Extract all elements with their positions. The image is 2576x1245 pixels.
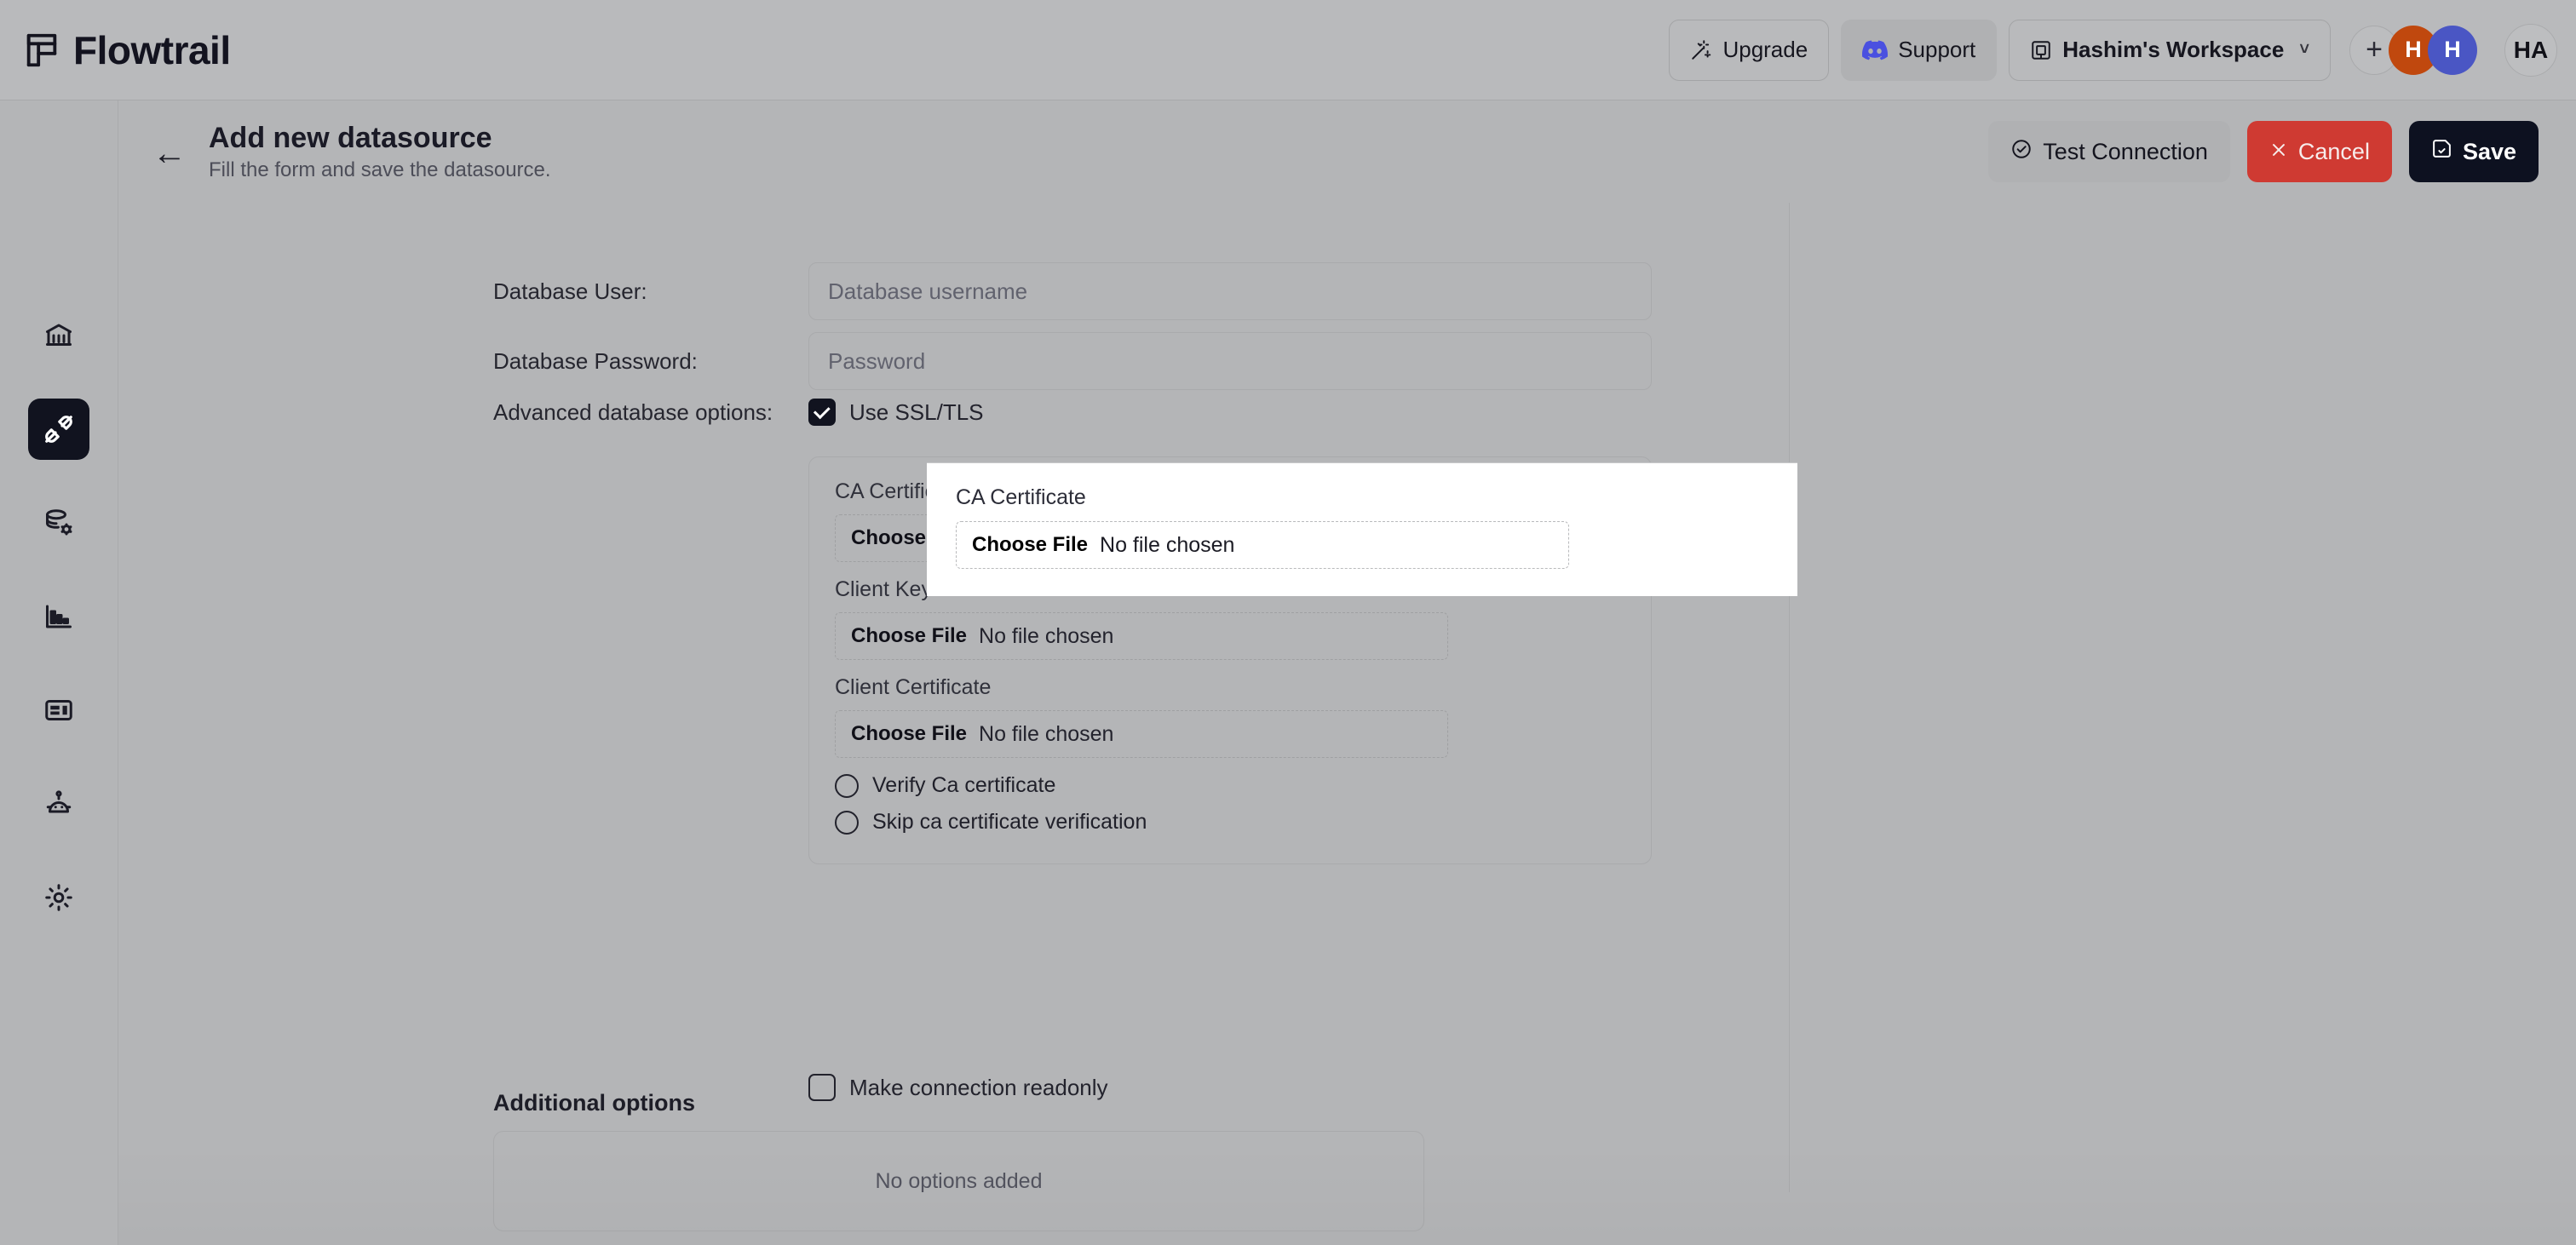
- additional-options-title: Additional options: [493, 1090, 695, 1116]
- sidebar-item-datasources[interactable]: [28, 492, 89, 554]
- skip-ca-label: Skip ca certificate verification: [872, 810, 1147, 834]
- additional-options-empty-box: No options added: [493, 1131, 1424, 1231]
- sparkle-wand-icon: [1690, 39, 1712, 61]
- brand-name: Flowtrail: [73, 27, 231, 72]
- sidebar: [0, 100, 118, 1245]
- support-button[interactable]: Support: [1841, 19, 1998, 81]
- page-title: Add new datasource: [209, 121, 492, 154]
- client-key-label: Client Key: [835, 577, 932, 601]
- ssl-options-panel: CA Certificate Choose File No file chose…: [808, 456, 1652, 864]
- datasource-form: Database User: Database username Databas…: [118, 203, 1790, 1231]
- db-user-input[interactable]: Database username: [808, 262, 1652, 320]
- cancel-button[interactable]: Cancel: [2246, 121, 2392, 182]
- plug-connect-icon: [43, 413, 75, 445]
- ca-certificate-group: CA Certificate Choose File No file chose…: [835, 479, 1625, 562]
- dashboard-card-icon: [43, 695, 74, 726]
- db-user-label: Database User:: [493, 278, 647, 304]
- page-header: ← Add new datasource Fill the form and s…: [118, 100, 2576, 203]
- ca-certificate-label: CA Certificate: [835, 479, 965, 503]
- use-ssl-label: Use SSL/TLS: [849, 399, 984, 425]
- grid-layout-icon: [22, 31, 61, 70]
- client-key-group: Client Key Choose File No file chosen: [835, 577, 1625, 660]
- cancel-label: Cancel: [2297, 138, 2370, 164]
- test-connection-button[interactable]: Test Connection: [1988, 121, 2230, 182]
- skip-ca-radio-row[interactable]: Skip ca certificate verification: [835, 810, 1625, 835]
- client-certificate-file-status: No file chosen: [979, 721, 1114, 746]
- discord-icon: [1862, 40, 1889, 60]
- database-gear-icon: [43, 508, 74, 538]
- skip-ca-radio[interactable]: [835, 810, 859, 835]
- sidebar-item-connections[interactable]: [28, 399, 89, 460]
- support-label: Support: [1898, 37, 1976, 62]
- top-bar-actions: Upgrade Support Hashim's Workspace ˅ + H…: [1669, 19, 2557, 81]
- close-x-icon: [2269, 139, 2288, 165]
- client-key-choose-button[interactable]: Choose File: [851, 624, 967, 648]
- app-root: Flowtrail Upgrade Support Hashim's Works…: [0, 0, 2576, 1245]
- client-certificate-label: Client Certificate: [835, 675, 992, 699]
- save-label: Save: [2462, 138, 2516, 164]
- test-connection-label: Test Connection: [2043, 138, 2208, 164]
- sidebar-item-analytics[interactable]: [28, 586, 89, 647]
- robot-icon: [43, 789, 74, 819]
- top-bar: Flowtrail Upgrade Support Hashim's Works…: [0, 0, 2576, 100]
- client-certificate-file-input[interactable]: Choose File No file chosen: [835, 710, 1448, 758]
- page-title-block: Add new datasource Fill the form and sav…: [209, 122, 551, 182]
- db-password-label: Database Password:: [493, 347, 698, 374]
- ca-certificate-file-input[interactable]: Choose File No file chosen: [835, 514, 1448, 562]
- client-certificate-choose-button[interactable]: Choose File: [851, 722, 967, 746]
- readonly-checkbox[interactable]: [808, 1074, 836, 1101]
- use-ssl-checkbox-row[interactable]: Use SSL/TLS: [808, 399, 984, 426]
- save-button[interactable]: Save: [2408, 121, 2539, 182]
- bank-home-icon: [43, 320, 74, 351]
- advanced-options-row: Advanced database options: Use SSL/TLS: [118, 399, 1789, 426]
- advanced-options-label: Advanced database options:: [493, 399, 773, 425]
- page-actions: Test Connection Cancel Save: [1988, 121, 2539, 182]
- db-user-row: Database User: Database username: [118, 262, 1789, 320]
- sidebar-item-home[interactable]: [28, 305, 89, 366]
- brand[interactable]: Flowtrail: [22, 27, 231, 73]
- check-circle-icon: [2010, 138, 2033, 166]
- db-password-row: Database Password: Password: [118, 332, 1789, 390]
- verify-ca-label: Verify Ca certificate: [872, 773, 1056, 797]
- workspace-label: Hashim's Workspace: [2062, 37, 2285, 62]
- save-disk-icon: [2431, 138, 2452, 165]
- verify-ca-radio-row[interactable]: Verify Ca certificate: [835, 773, 1625, 798]
- db-password-input[interactable]: Password: [808, 332, 1652, 390]
- sidebar-item-ai-agent[interactable]: [28, 773, 89, 835]
- gear-icon: [43, 882, 74, 913]
- verify-ca-radio[interactable]: [835, 773, 859, 798]
- readonly-label: Make connection readonly: [849, 1074, 1108, 1100]
- client-key-file-input[interactable]: Choose File No file chosen: [835, 612, 1448, 660]
- avatar-group: + H H: [2349, 25, 2477, 75]
- use-ssl-checkbox[interactable]: [808, 399, 836, 426]
- avatar[interactable]: H: [2428, 25, 2477, 75]
- additional-options-empty-text: No options added: [875, 1168, 1043, 1193]
- client-key-file-status: No file chosen: [979, 623, 1114, 648]
- sidebar-item-settings[interactable]: [28, 867, 89, 928]
- client-certificate-group: Client Certificate Choose File No file c…: [835, 675, 1625, 758]
- upgrade-label: Upgrade: [1722, 37, 1808, 62]
- chevron-down-icon: ˅: [2299, 40, 2309, 59]
- ca-certificate-choose-button[interactable]: Choose File: [851, 526, 967, 550]
- ca-certificate-file-status: No file chosen: [979, 525, 1114, 550]
- upgrade-button[interactable]: Upgrade: [1669, 19, 1830, 81]
- sidebar-item-dashboards[interactable]: [28, 680, 89, 741]
- arrow-left-icon[interactable]: ←: [152, 136, 187, 170]
- workspace-selector[interactable]: Hashim's Workspace ˅: [2009, 19, 2331, 81]
- workspace-square-icon: [2030, 39, 2052, 61]
- bar-chart-icon: [43, 601, 74, 632]
- page-subtitle: Fill the form and save the datasource.: [209, 158, 551, 181]
- account-avatar[interactable]: HA: [2504, 23, 2557, 77]
- main-content: ← Add new datasource Fill the form and s…: [118, 100, 2576, 1245]
- readonly-checkbox-row[interactable]: Make connection readonly: [808, 1074, 1108, 1101]
